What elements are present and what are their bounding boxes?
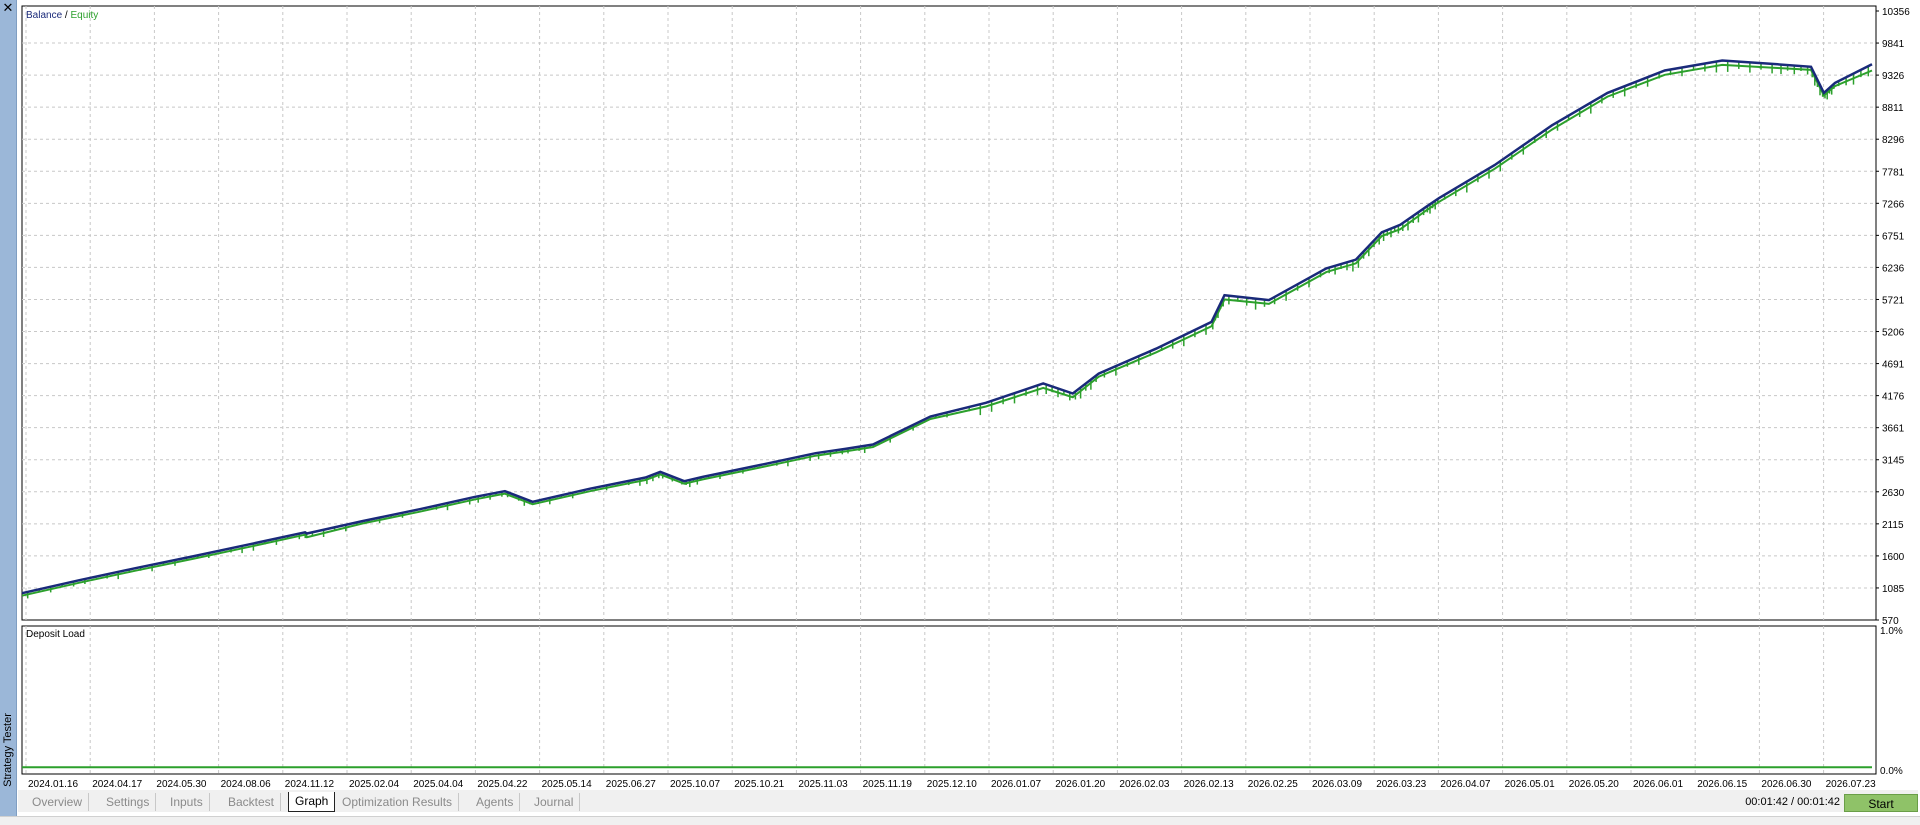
y-tick-label: 9841	[1882, 39, 1905, 50]
y-tick-label: 2115	[1882, 520, 1904, 531]
x-tick-label: 2026.02.13	[1184, 779, 1234, 790]
y-tick-label: 3145	[1882, 456, 1905, 467]
y-tick-label: 7266	[1882, 199, 1905, 210]
balance-equity-chart: 10356 9841 9326 8811 8296 7781 7266 6751 6236 572…	[21, 5, 1910, 790]
close-icon[interactable]: ✕	[0, 0, 16, 16]
x-tick-label: 2025.11.19	[863, 779, 913, 790]
x-tick-label: 2026.03.23	[1376, 779, 1426, 790]
y-tick-label: 1600	[1882, 552, 1905, 563]
legend-separator: /	[62, 10, 70, 21]
y-tick-label: 10356	[1882, 7, 1910, 18]
legend-balance: Balance	[26, 10, 63, 21]
x-tick-label: 2025.10.21	[734, 779, 784, 790]
y-tick-label: 1085	[1882, 584, 1905, 595]
x-tick-label: 2026.02.25	[1248, 779, 1298, 790]
x-tick-label: 2026.05.01	[1505, 779, 1555, 790]
x-tick-label: 2026.01.07	[991, 779, 1041, 790]
x-tick-label: 2026.06.30	[1761, 779, 1811, 790]
y-tick-label: 2630	[1882, 488, 1905, 499]
tab-backtest[interactable]: Backtest	[222, 793, 282, 811]
x-tick-label: 2026.01.20	[1055, 779, 1105, 790]
graph-panel: 10356 9841 9326 8811 8296 7781 7266 6751 6236 572…	[18, 4, 1918, 792]
tester-tab-bar: Overview Settings Inputs Backtest Graph Optim…	[18, 790, 1918, 812]
y-tick-label: 5721	[1882, 295, 1905, 306]
x-tick-label: 2025.12.10	[927, 779, 977, 790]
strategy-tester-label: Strategy Tester	[2, 713, 14, 787]
x-tick-label: 2024.04.17	[92, 779, 142, 790]
side-panel-strip: ✕ Strategy Tester	[0, 0, 17, 824]
x-tick-label: 2026.03.09	[1312, 779, 1362, 790]
x-tick-label: 2024.05.30	[156, 779, 206, 790]
start-button[interactable]: Start	[1844, 794, 1918, 812]
y-tick-label: 7781	[1882, 167, 1905, 178]
deposit-load-title: Deposit Load	[26, 629, 85, 640]
tab-agents[interactable]: Agents	[470, 793, 521, 811]
x-tick-label: 2024.08.06	[221, 779, 271, 790]
y-tick-label: 4691	[1882, 360, 1905, 371]
tab-inputs[interactable]: Inputs	[164, 793, 210, 811]
elapsed-time: 00:01:42 / 00:01:42	[1745, 796, 1840, 808]
x-tick-label: 2026.07.23	[1826, 779, 1876, 790]
x-tick-label: 2025.06.27	[606, 779, 656, 790]
legend-equity: Equity	[70, 10, 98, 21]
tab-optimization-results[interactable]: Optimization Results	[336, 793, 460, 811]
y-tick-label: 4176	[1882, 392, 1905, 403]
tab-settings[interactable]: Settings	[100, 793, 157, 811]
x-tick-label: 2026.02.03	[1119, 779, 1169, 790]
deposit-y-tick-label: 0.0%	[1880, 766, 1903, 777]
deposit-load-border	[21, 625, 1877, 775]
tab-journal[interactable]: Journal	[528, 793, 581, 811]
x-tick-label: 2025.05.14	[542, 779, 592, 790]
y-tick-label: 6751	[1882, 231, 1905, 242]
x-tick-label: 2025.02.04	[349, 779, 399, 790]
equity-line	[21, 63, 1873, 597]
x-tick-label: 2024.01.16	[28, 779, 78, 790]
deposit-y-tick-label: 1.0%	[1880, 626, 1903, 637]
x-tick-label: 2025.04.22	[477, 779, 527, 790]
balance-line	[21, 59, 1873, 595]
y-tick-label: 3661	[1882, 424, 1905, 435]
legend: Balance / Equity	[26, 10, 98, 21]
x-tick-label: 2026.06.15	[1697, 779, 1747, 790]
y-tick-label: 8811	[1882, 103, 1904, 114]
y-tick-label: 8296	[1882, 135, 1905, 146]
x-tick-label: 2025.10.07	[670, 779, 720, 790]
tab-overview[interactable]: Overview	[26, 793, 90, 811]
x-tick-label: 2025.11.03	[798, 779, 848, 790]
y-tick-label: 5206	[1882, 328, 1905, 339]
x-tick-label: 2026.05.20	[1569, 779, 1619, 790]
x-tick-label: 2026.06.01	[1633, 779, 1683, 790]
y-tick-label: 9326	[1882, 71, 1905, 82]
tab-graph[interactable]: Graph	[288, 792, 336, 812]
x-tick-label: 2025.04.04	[413, 779, 463, 790]
x-tick-label: 2024.11.12	[285, 779, 335, 790]
y-tick-label: 6236	[1882, 263, 1905, 274]
x-tick-label: 2026.04.07	[1440, 779, 1490, 790]
